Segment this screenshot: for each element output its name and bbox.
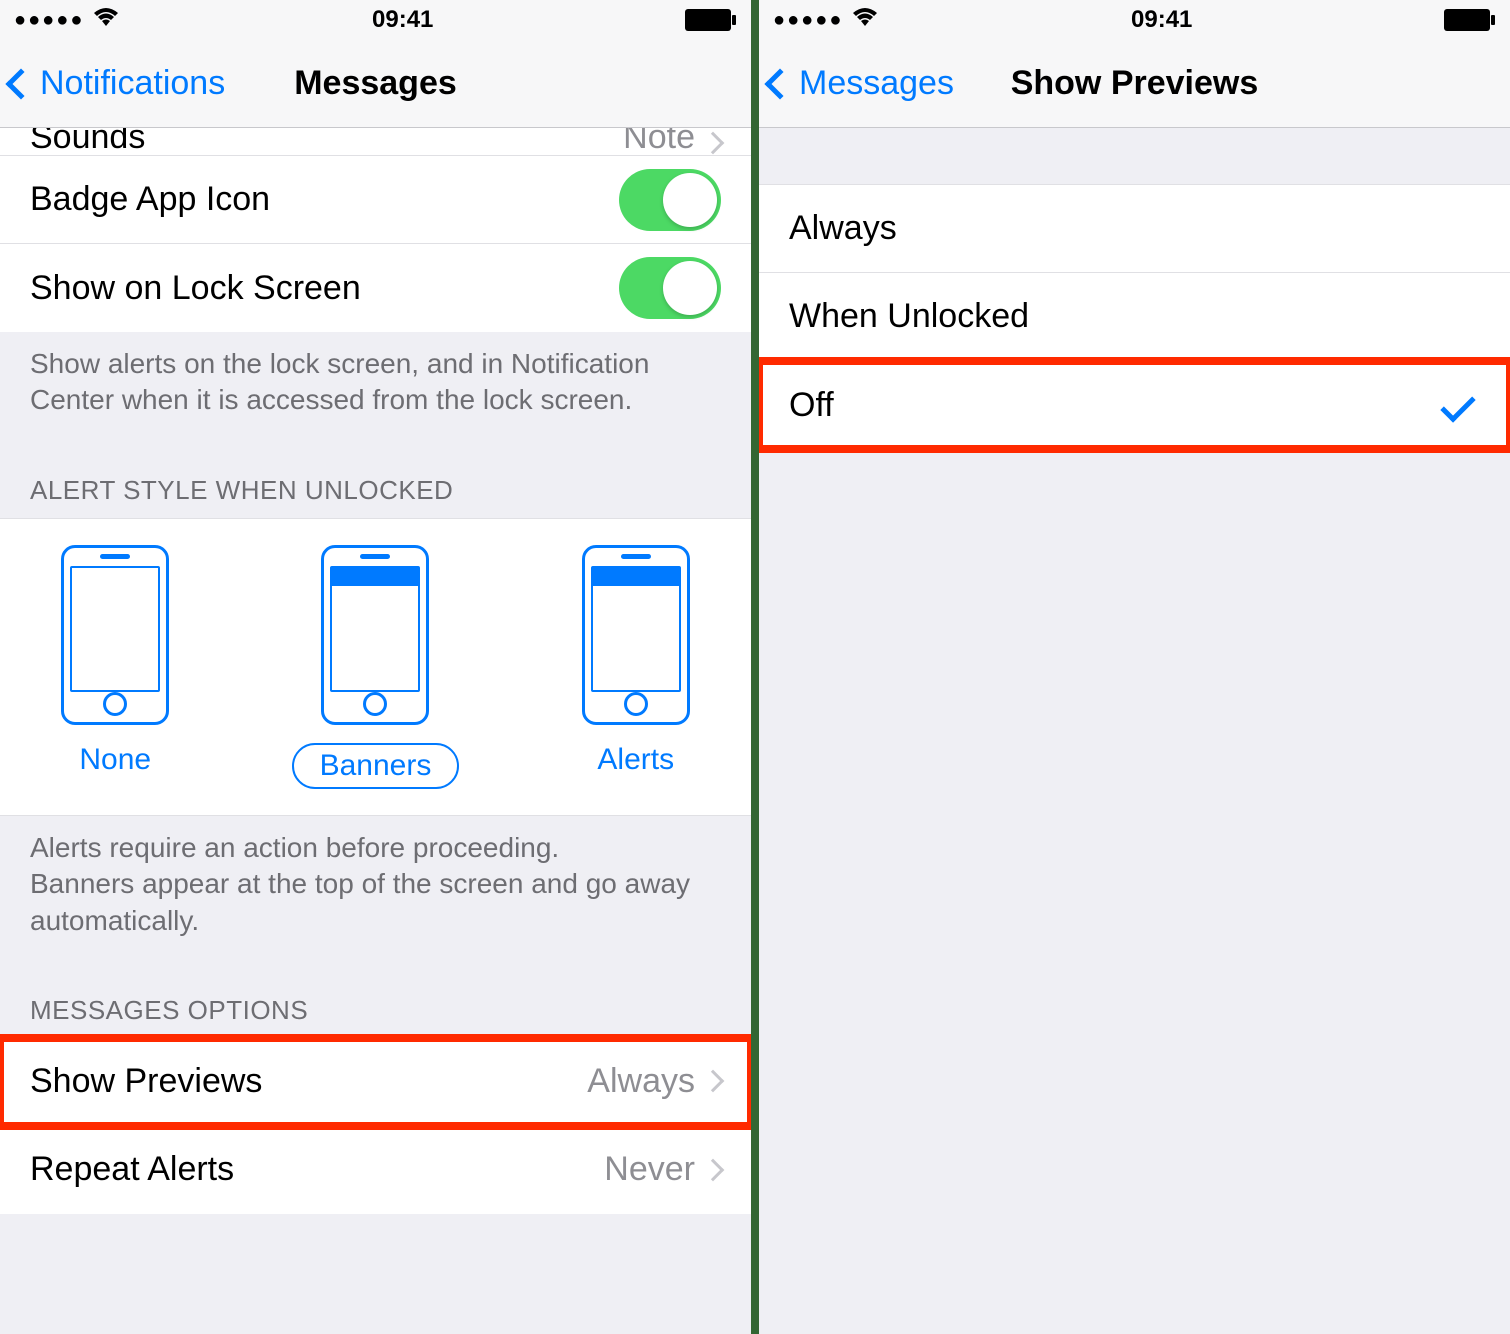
alert-style-label: Alerts xyxy=(597,743,674,777)
phone-outline-icon xyxy=(321,545,429,725)
signal-dots-icon: ●●●●● xyxy=(14,9,84,32)
option-label: When Unlocked xyxy=(789,297,1480,336)
phone-outline-icon xyxy=(582,545,690,725)
spacer xyxy=(759,128,1510,184)
row-value: Always xyxy=(587,1062,695,1101)
alert-style-footer: Alerts require an action before proceedi… xyxy=(0,816,751,965)
screenshot-left: ●●●●● 09:41 Notifications Messages Sound… xyxy=(0,0,755,1334)
alert-style-label: Banners xyxy=(292,743,460,789)
option-label: Always xyxy=(789,209,1480,248)
phone-outline-icon xyxy=(61,545,169,725)
toggle-badge[interactable] xyxy=(619,169,721,231)
row-value: Never xyxy=(604,1150,695,1189)
chevron-right-icon xyxy=(702,132,725,155)
battery-icon xyxy=(685,9,737,31)
screenshot-right: ●●●●● 09:41 Messages Show Previews Alway… xyxy=(755,0,1510,1334)
wifi-icon xyxy=(851,6,879,35)
status-left: ●●●●● xyxy=(14,6,120,35)
battery-icon xyxy=(1444,9,1496,31)
row-label: Show on Lock Screen xyxy=(30,269,619,308)
row-label: Badge App Icon xyxy=(30,180,619,219)
row-label: Repeat Alerts xyxy=(30,1150,604,1189)
back-button[interactable]: Notifications xyxy=(0,64,225,103)
wifi-icon xyxy=(92,6,120,35)
messages-options-header: MESSAGES OPTIONS xyxy=(0,965,751,1038)
checkmark-icon xyxy=(1440,387,1475,422)
status-time: 09:41 xyxy=(1131,6,1192,34)
status-time: 09:41 xyxy=(372,6,433,34)
row-repeat-alerts[interactable]: Repeat Alerts Never xyxy=(0,1126,751,1214)
messages-options-group: Show Previews Always Repeat Alerts Never xyxy=(0,1038,751,1214)
nav-bar: Messages Show Previews xyxy=(759,40,1510,128)
alert-style-header: ALERT STYLE WHEN UNLOCKED xyxy=(0,445,751,518)
back-button[interactable]: Messages xyxy=(759,64,954,103)
alert-style-alerts[interactable]: Alerts xyxy=(582,545,690,789)
status-bar: ●●●●● 09:41 xyxy=(0,0,751,40)
row-label: Show Previews xyxy=(30,1062,587,1101)
status-left: ●●●●● xyxy=(773,6,879,35)
option-off[interactable]: Off xyxy=(759,361,1510,449)
row-value: Note xyxy=(623,128,695,156)
toggle-lock-screen[interactable] xyxy=(619,257,721,319)
alert-style-picker: None Banners Alerts xyxy=(0,518,751,816)
status-bar: ●●●●● 09:41 xyxy=(759,0,1510,40)
row-show-lock-screen[interactable]: Show on Lock Screen xyxy=(0,244,751,332)
option-label: Off xyxy=(789,386,1442,425)
settings-group-1: Sounds Note Badge App Icon Show on Lock … xyxy=(0,128,751,332)
alert-style-banners[interactable]: Banners xyxy=(292,545,460,789)
chevron-right-icon xyxy=(702,1159,725,1182)
back-label: Messages xyxy=(799,64,954,103)
nav-bar: Notifications Messages xyxy=(0,40,751,128)
row-sounds[interactable]: Sounds Note xyxy=(0,128,751,156)
chevron-right-icon xyxy=(702,1070,725,1093)
back-label: Notifications xyxy=(40,64,225,103)
alert-style-none[interactable]: None xyxy=(61,545,169,789)
preview-options-group: Always When Unlocked Off xyxy=(759,184,1510,450)
signal-dots-icon: ●●●●● xyxy=(773,9,843,32)
option-when-unlocked[interactable]: When Unlocked xyxy=(759,273,1510,361)
chevron-left-icon xyxy=(5,68,36,99)
lock-screen-footer: Show alerts on the lock screen, and in N… xyxy=(0,332,751,445)
row-label: Sounds xyxy=(30,128,623,156)
row-badge-app-icon[interactable]: Badge App Icon xyxy=(0,156,751,244)
option-always[interactable]: Always xyxy=(759,185,1510,273)
row-show-previews[interactable]: Show Previews Always xyxy=(0,1038,751,1126)
alert-style-label: None xyxy=(79,743,151,777)
chevron-left-icon xyxy=(764,68,795,99)
